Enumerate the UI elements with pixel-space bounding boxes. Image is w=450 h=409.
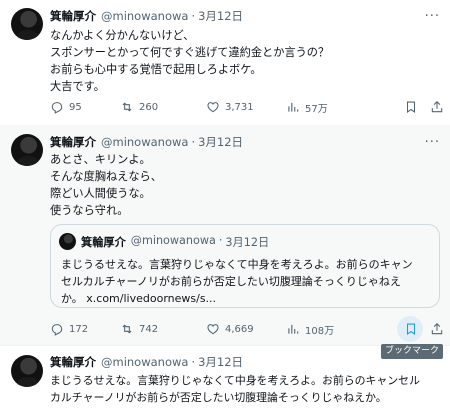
- author-handle[interactable]: @minowanowa: [101, 355, 188, 369]
- tweet-header: 箕輪厚介 @minowanowa · 3月12日: [50, 354, 243, 370]
- tweet-1[interactable]: 箕輪厚介 @minowanowa · 3月12日 ··· なんかよく分かんないけ…: [0, 0, 450, 125]
- action-bar: 172 742 4,669 108万: [50, 320, 443, 338]
- share-icon: [431, 323, 443, 335]
- separator: ·: [218, 234, 223, 247]
- author-name[interactable]: 箕輪厚介: [50, 354, 96, 370]
- quoted-author-name: 箕輪厚介: [81, 236, 126, 249]
- like-button[interactable]: 3,731: [206, 100, 254, 114]
- tweet-line: 使うなら守れ。: [50, 204, 129, 217]
- share-button[interactable]: [430, 100, 449, 114]
- view-count: 108万: [305, 325, 335, 337]
- more-options-icon[interactable]: ···: [425, 10, 440, 24]
- bookmark-tooltip: ブックマーク: [381, 344, 444, 359]
- tweet-line: そんな度胸ねえなら、: [50, 170, 162, 183]
- quoted-line: セルカルチャーノリがお前らが否定したい切腹理論そっくりじゃねえ: [61, 275, 401, 288]
- reply-icon: [51, 324, 63, 336]
- retweet-icon: [122, 102, 132, 112]
- quoted-text: まじうるせえな。言葉狩りじゃなくて中身を考えろよ。お前らのキャン セルカルチャーノ…: [61, 256, 413, 307]
- tweet-date[interactable]: 3月12日: [198, 8, 243, 24]
- quoted-date: 3月12日: [225, 236, 270, 249]
- reply-count: 95: [69, 101, 82, 113]
- author-handle[interactable]: @minowanowa: [101, 9, 188, 23]
- share-button[interactable]: [430, 322, 449, 336]
- tweet-line: カルチャーノリがお前らが否定したい切腹理論そっくりじゃねえか。: [50, 391, 387, 404]
- reply-icon: [51, 102, 63, 114]
- reply-count: 172: [69, 323, 89, 335]
- share-icon: [431, 101, 443, 113]
- retweet-button[interactable]: 742: [120, 322, 158, 336]
- more-options-icon[interactable]: ···: [425, 136, 440, 150]
- heart-icon: [207, 102, 219, 113]
- quoted-header: 箕輪厚介 @minowanowa · 3月12日: [81, 234, 269, 250]
- quoted-line[interactable]: か。 x.com/livedoornews/s...: [61, 290, 413, 307]
- tweet-header: 箕輪厚介 @minowanowa · 3月12日: [50, 8, 243, 24]
- tweet-line: なんかよく分かんないけど、: [50, 29, 195, 42]
- bookmark-icon: [406, 323, 416, 335]
- bookmark-icon: [406, 101, 416, 113]
- quoted-line: まじうるせえな。言葉狩りじゃなくて中身を考えろよ。お前らのキャン: [61, 258, 413, 271]
- like-count: 3,731: [225, 101, 254, 113]
- tweet-date[interactable]: 3月12日: [198, 134, 243, 150]
- separator: ·: [191, 355, 196, 369]
- tweet-2[interactable]: 箕輪厚介 @minowanowa · 3月12日 ··· あとさ、キリンよ。 そん…: [0, 125, 450, 345]
- heart-icon: [207, 324, 219, 335]
- tweet-text: まじうるせえな。言葉狩りじゃなくて中身を考えろよ。お前らのキャンセル カルチャーノ…: [50, 372, 420, 406]
- author-handle[interactable]: @minowanowa: [101, 135, 188, 149]
- tweet-date[interactable]: 3月12日: [198, 354, 243, 370]
- retweet-icon: [122, 324, 132, 334]
- avatar[interactable]: [11, 8, 43, 40]
- reply-button[interactable]: 172: [50, 322, 88, 336]
- quoted-author-handle: @minowanowa: [130, 234, 216, 247]
- avatar[interactable]: [11, 355, 43, 387]
- tweet-line: スポンサーとかって何ですぐ逃げて違約金とか言うの？: [50, 46, 330, 59]
- bookmark-button[interactable]: [404, 322, 423, 336]
- retweet-count: 742: [139, 323, 159, 335]
- tweet-header: 箕輪厚介 @minowanowa · 3月12日: [50, 134, 243, 150]
- like-button[interactable]: 4,669: [206, 322, 254, 336]
- views-button[interactable]: 57万: [286, 100, 328, 115]
- quoted-avatar: [59, 233, 76, 250]
- tweet-line: まじうるせえな。言葉狩りじゃなくて中身を考えろよ。お前らのキャンセル: [50, 374, 420, 387]
- tweet-line: 大吉です。: [50, 80, 105, 93]
- quoted-tweet[interactable]: 箕輪厚介 @minowanowa · 3月12日 まじうるせえな。言葉狩りじゃな…: [50, 224, 440, 308]
- views-button[interactable]: 108万: [286, 322, 334, 337]
- separator: ·: [191, 135, 196, 149]
- bookmark-button[interactable]: [404, 100, 423, 114]
- like-count: 4,669: [225, 323, 254, 335]
- author-name[interactable]: 箕輪厚介: [50, 8, 96, 24]
- separator: ·: [191, 9, 196, 23]
- tweet-line: 際どい人間使うな。: [50, 187, 151, 200]
- avatar[interactable]: [11, 134, 43, 166]
- retweet-count: 260: [139, 101, 159, 113]
- retweet-button[interactable]: 260: [120, 100, 158, 114]
- tweet-text: あとさ、キリンよ。 そんな度胸ねえなら、 際どい人間使うな。 使うなら守れ。: [50, 151, 162, 219]
- tweet-line: あとさ、キリンよ。: [50, 153, 151, 166]
- view-count: 57万: [305, 103, 328, 115]
- action-bar: 95 260 3,731 57万: [50, 98, 443, 116]
- tweet-text: なんかよく分かんないけど、スポンサーとかって何ですぐ逃げて違約金とか言うの？ お前…: [50, 27, 329, 95]
- reply-button[interactable]: 95: [50, 100, 82, 114]
- tweet-line: お前らも心中する覚悟で起用しろよボケ。: [50, 63, 262, 76]
- author-name[interactable]: 箕輪厚介: [50, 134, 96, 150]
- views-icon: [288, 324, 299, 334]
- views-icon: [288, 102, 299, 112]
